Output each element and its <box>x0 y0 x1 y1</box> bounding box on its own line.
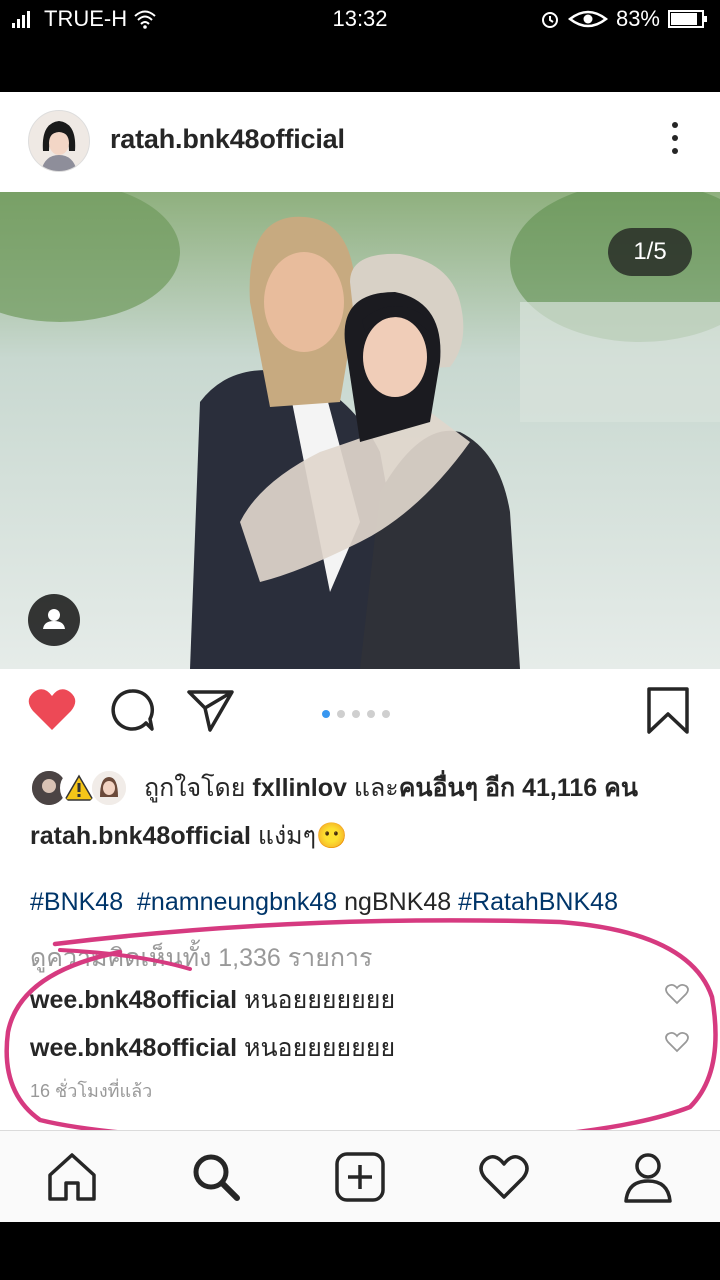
status-right: 83% <box>540 6 708 32</box>
bookmark-icon[interactable] <box>646 686 690 741</box>
liker-username[interactable]: fxllinlov <box>252 774 346 802</box>
hashtag-link[interactable]: #RatahBNK48 <box>458 888 618 916</box>
eye-icon <box>567 10 608 28</box>
hashtags: #BNK48 #namneungbnk48 ngBNK48 #RatahBNK4… <box>30 888 618 917</box>
post-header: ratah.bnk48official <box>0 92 720 192</box>
user-tag-icon[interactable] <box>28 594 80 646</box>
comment-row: wee.bnk48official หนอยยยยยยย <box>30 1028 690 1068</box>
hashtag-link[interactable]: #BNK48 <box>30 888 123 916</box>
post-photo[interactable]: 1/5 <box>0 192 720 669</box>
likes-text: ถูกใจโดย fxllinlov และคนอื่นๆ อีก 41,116… <box>144 768 638 808</box>
avatar[interactable] <box>28 110 90 172</box>
post-username[interactable]: ratah.bnk48official <box>110 124 345 155</box>
comment-username[interactable]: wee.bnk48official <box>30 986 237 1014</box>
system-nav-bar <box>0 1222 720 1280</box>
status-bar: TRUE-H 13:32 83% <box>0 0 720 90</box>
liker-avatar <box>90 769 128 807</box>
instagram-app: ratah.bnk48official 1/5 ถูกใจโดย fxllinl… <box>0 92 720 1222</box>
battery-percent: 83% <box>615 6 660 31</box>
add-post-icon[interactable] <box>334 1151 386 1203</box>
profile-icon[interactable] <box>622 1151 674 1203</box>
search-icon[interactable] <box>190 1151 242 1203</box>
comment-icon[interactable] <box>108 686 156 739</box>
activity-heart-icon[interactable] <box>478 1151 530 1203</box>
likes-row[interactable]: ถูกใจโดย fxllinlov และคนอื่นๆ อีก 41,116… <box>30 766 710 810</box>
comment-like-heart-icon[interactable] <box>664 1030 690 1061</box>
caption-text: แง่มๆ <box>257 822 317 850</box>
view-all-comments[interactable]: ดูความคิดเห็นทั้ง 1,336 รายการ <box>30 938 372 978</box>
comment-text: หนอยยยยยยย <box>243 986 396 1014</box>
post-actions <box>0 682 720 752</box>
photo-counter: 1/5 <box>608 228 692 276</box>
post-timestamp: 16 ชั่วโมงที่แล้ว <box>30 1081 153 1101</box>
comment-like-heart-icon[interactable] <box>664 982 690 1013</box>
home-icon[interactable] <box>46 1151 98 1203</box>
battery-icon <box>668 10 707 28</box>
bottom-tab-bar <box>0 1130 720 1222</box>
carousel-dots <box>322 710 390 718</box>
heart-filled-icon[interactable] <box>26 686 78 739</box>
hashtag-link[interactable]: #namneungbnk48 <box>137 888 337 916</box>
post-caption: ratah.bnk48official แง่มๆ😶 <box>30 816 347 856</box>
likes-count[interactable]: คนอื่นๆ อีก 41,116 คน <box>399 774 638 802</box>
comment-row: wee.bnk48official หนอยยยยยยย <box>30 980 690 1020</box>
share-icon[interactable] <box>186 686 236 739</box>
comment-text: หนอยยยยยยย <box>243 1034 396 1062</box>
caption-emoji: 😶 <box>316 822 348 850</box>
likes-middle: และ <box>353 774 399 802</box>
hashtag-plain-text: ngBNK48 <box>344 888 452 916</box>
comment-username[interactable]: wee.bnk48official <box>30 1034 237 1062</box>
likes-prefix: ถูกใจโดย <box>144 774 246 802</box>
more-options-icon[interactable] <box>668 122 682 162</box>
caption-username[interactable]: ratah.bnk48official <box>30 822 251 850</box>
alarm-icon <box>541 12 558 28</box>
